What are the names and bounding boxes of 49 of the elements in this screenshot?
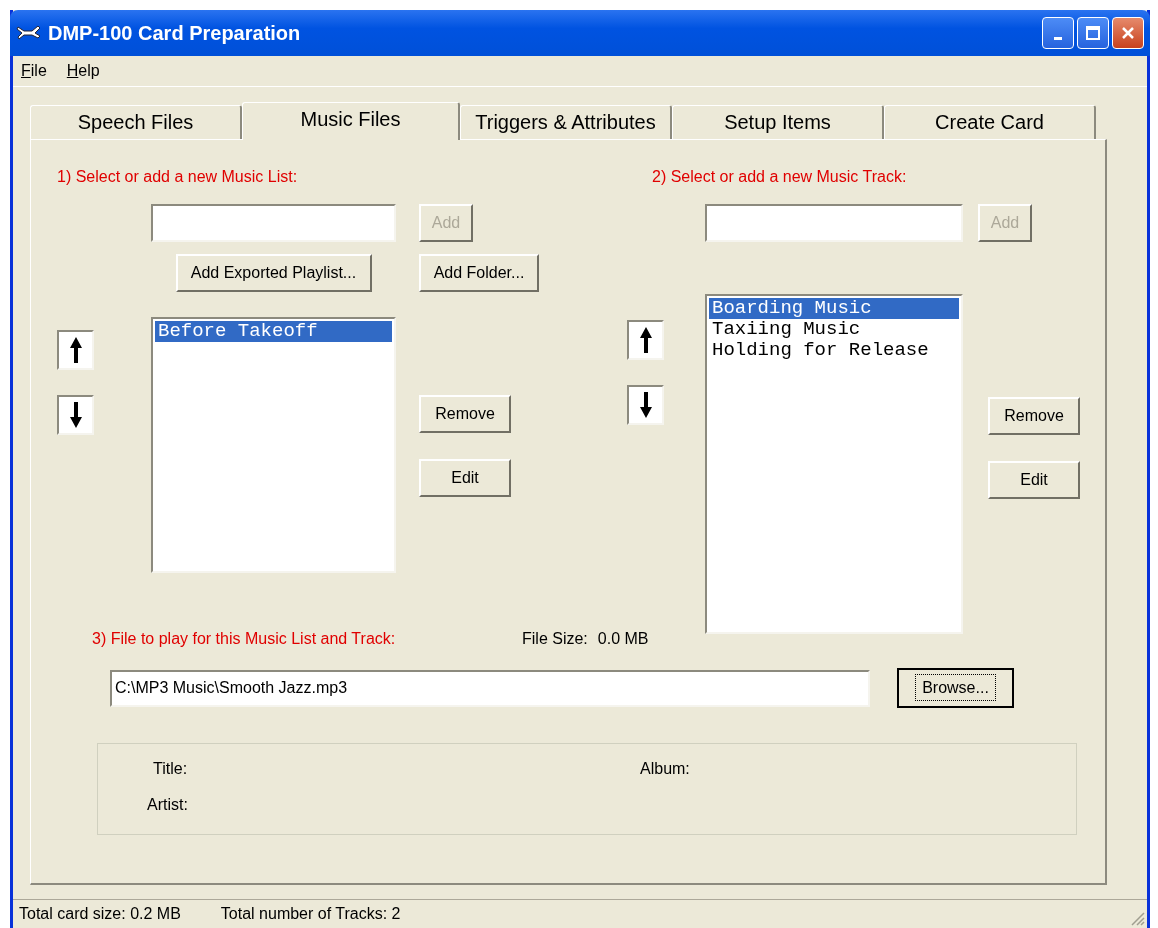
track-name-field[interactable] — [705, 204, 963, 242]
tab[interactable]: Triggers & Attributes — [460, 105, 672, 139]
list-name-field[interactable] — [151, 204, 396, 242]
album-label: Album: — [640, 760, 690, 778]
remove-button[interactable]: Remove — [988, 397, 1080, 435]
file-path-field[interactable]: C:\MP3 Music\Smooth Jazz.mp3 — [110, 669, 870, 707]
resize-grip-icon — [1129, 910, 1145, 926]
arrow-up-icon — [639, 326, 652, 354]
tab[interactable]: Music Files — [242, 102, 460, 140]
add-folder-button[interactable]: Add Folder... — [419, 254, 539, 292]
title-label: Title: — [153, 760, 189, 778]
track-list-box[interactable]: Boarding Music Taxiing Music Holding for Release — [705, 294, 963, 634]
minimize-icon — [1054, 36, 1062, 40]
close-button[interactable] — [1112, 17, 1144, 49]
file-size-label: File Size: — [522, 630, 588, 648]
move-up-button[interactable] — [57, 330, 94, 370]
list-item[interactable]: Holding for Release — [709, 340, 959, 361]
maximize-icon — [1085, 25, 1101, 41]
minimize-button[interactable] — [1042, 17, 1074, 49]
remove-button[interactable]: Remove — [419, 395, 511, 433]
list-item[interactable]: Taxiing Music — [709, 319, 959, 340]
add-playlist-button[interactable]: Add Exported Playlist... — [175, 254, 372, 292]
window-title: DMP-100 Card Preparation — [48, 21, 302, 45]
arrow-down-icon — [639, 391, 652, 419]
artist-label: Artist: — [147, 796, 189, 814]
section-label: 2) Select or add a new Music Track: — [652, 168, 908, 186]
tab[interactable]: Create Card — [884, 105, 1096, 139]
list-item[interactable]: Boarding Music — [709, 298, 959, 319]
status-text: Total card size: 0.2 MB — [19, 905, 181, 923]
maximize-button[interactable] — [1077, 17, 1109, 49]
list-item[interactable]: Before Takeoff — [155, 321, 392, 342]
tab[interactable]: Setup Items — [672, 105, 884, 139]
tab[interactable]: Speech Files — [30, 105, 242, 139]
edit-button[interactable]: Edit — [419, 459, 511, 497]
menu-item[interactable]: Help — [66, 62, 100, 80]
status-text: Total number of Tracks: 2 — [220, 905, 401, 923]
section-label: 1) Select or add a new Music List: — [57, 168, 299, 186]
section-label: 3) File to play for this Music List and Track: — [92, 630, 397, 648]
arrow-up-icon — [69, 336, 82, 364]
music-list-box[interactable]: Before Takeoff — [151, 317, 396, 573]
edit-button[interactable]: Edit — [988, 461, 1080, 499]
arrow-down-icon — [69, 401, 82, 429]
file-size-value: 0.0 MB — [597, 630, 649, 648]
move-up-button[interactable] — [627, 320, 664, 360]
move-down-button[interactable] — [627, 385, 664, 425]
menu-item[interactable]: File — [21, 62, 47, 80]
close-icon — [1120, 25, 1136, 41]
move-down-button[interactable] — [57, 395, 94, 435]
browse-button[interactable]: Browse... — [897, 668, 1014, 708]
